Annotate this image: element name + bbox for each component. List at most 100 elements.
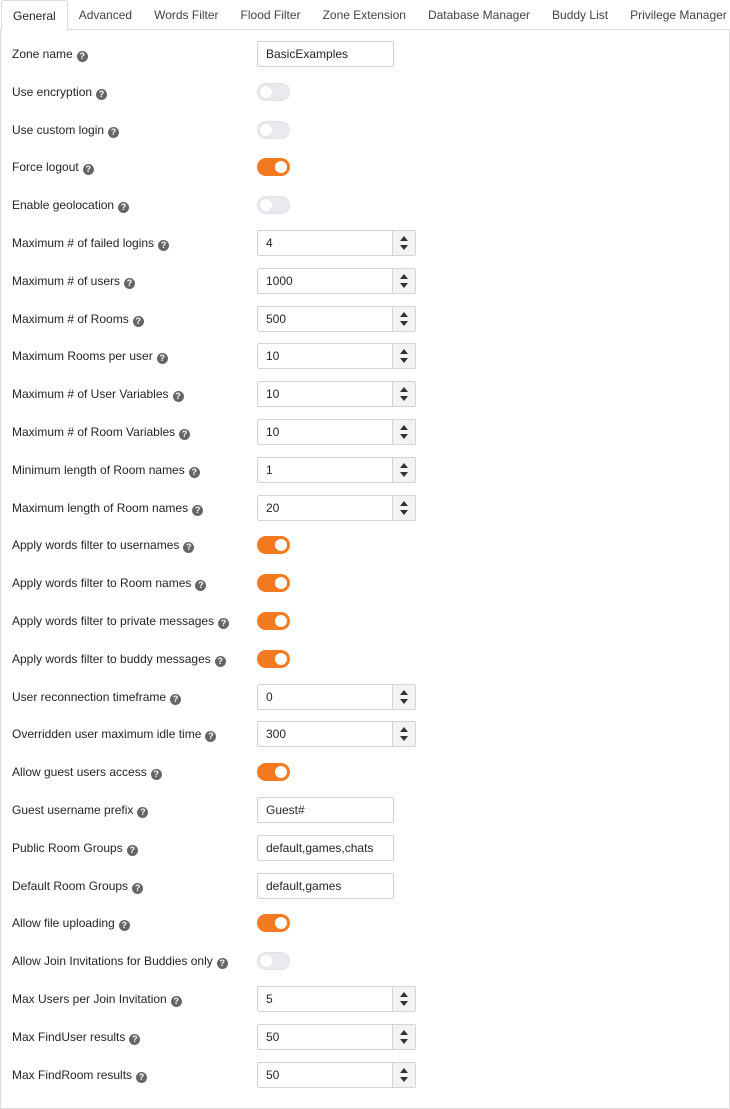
apply-words-filter-to-room-names-toggle[interactable] [257,574,290,593]
decrement-arrow-icon[interactable] [400,434,408,439]
force-logout-toggle[interactable] [257,158,290,177]
help-icon[interactable]: ? [129,1033,141,1045]
increment-arrow-icon[interactable] [400,311,408,317]
help-icon[interactable]: ? [205,731,217,743]
enable-geolocation-toggle[interactable] [257,196,290,215]
help-icon[interactable]: ? [216,958,228,970]
stepper-value[interactable]: 20 [266,496,279,520]
maximum-num-of-failed-logins-stepper[interactable]: 4 [257,230,416,256]
stepper-value[interactable]: 1000 [266,269,293,293]
help-icon[interactable]: ? [108,126,120,138]
help-icon[interactable]: ? [150,769,162,781]
tab-general[interactable]: General [1,0,68,31]
tab-words-filter[interactable]: Words Filter [143,0,229,30]
increment-arrow-icon[interactable] [400,273,408,279]
help-icon[interactable]: ? [124,277,136,289]
help-icon[interactable]: ? [170,693,182,705]
decrement-arrow-icon[interactable] [400,1038,408,1044]
decrement-arrow-icon[interactable] [400,320,408,326]
decrement-arrow-icon[interactable] [400,698,408,704]
max-findroom-results-stepper[interactable]: 50 [257,1061,416,1088]
maximum-rooms-per-user-stepper[interactable]: 10 [257,343,416,370]
stepper-value[interactable]: 10 [266,344,279,368]
help-icon[interactable]: ? [179,429,191,440]
increment-arrow-icon[interactable] [400,425,408,430]
help-icon[interactable]: ? [218,618,230,629]
tab-database-manager[interactable]: Database Manager [417,0,541,30]
zone-name-input[interactable]: BasicExamples [257,41,394,67]
tab-buddy-list[interactable]: Buddy List [541,0,619,30]
increment-arrow-icon[interactable] [400,462,408,468]
help-icon[interactable]: ? [156,353,168,365]
decrement-arrow-icon[interactable] [400,396,408,402]
stepper-value[interactable]: 10 [266,382,279,406]
help-icon[interactable]: ? [137,807,149,818]
help-icon[interactable]: ? [118,920,130,932]
public-room-groups-input[interactable]: default,games,chats [257,834,394,861]
help-icon[interactable]: ? [132,315,144,327]
help-icon[interactable]: ? [214,655,226,667]
apply-words-filter-to-buddy-messages-toggle[interactable] [257,649,290,668]
decrement-arrow-icon[interactable] [400,358,408,364]
apply-words-filter-to-private-messages-toggle[interactable] [257,612,290,630]
help-icon[interactable]: ? [172,391,184,403]
stepper-value[interactable]: 10 [266,420,279,444]
stepper-value[interactable]: 0 [266,685,273,709]
tab-privilege-manager[interactable]: Privilege Manager [619,0,730,30]
guest-username-prefix-input[interactable]: Guest# [257,797,394,823]
tab-flood-filter[interactable]: Flood Filter [230,0,312,30]
increment-arrow-icon[interactable] [400,689,408,695]
overridden-user-maximum-idle-time-stepper[interactable]: 300 [257,721,416,748]
stepper-value[interactable]: 4 [266,231,273,255]
maximum-length-of-room-names-stepper[interactable]: 20 [257,494,416,521]
decrement-arrow-icon[interactable] [400,1001,408,1006]
apply-words-filter-to-usernames-toggle[interactable] [257,536,290,555]
decrement-arrow-icon[interactable] [400,509,408,515]
use-custom-login-toggle[interactable] [257,120,290,139]
increment-arrow-icon[interactable] [400,387,408,393]
default-room-groups-input[interactable]: default,games [257,872,394,899]
help-icon[interactable]: ? [96,88,108,100]
decrement-arrow-icon[interactable] [400,736,408,742]
minimum-length-of-room-names-stepper[interactable]: 1 [257,456,416,483]
stepper-value[interactable]: 300 [266,722,286,746]
max-users-per-join-invitation-stepper[interactable]: 5 [257,986,416,1012]
increment-arrow-icon[interactable] [400,236,408,241]
decrement-arrow-icon[interactable] [400,1076,408,1082]
help-icon[interactable]: ? [192,504,204,516]
increment-arrow-icon[interactable] [400,500,408,506]
stepper-value[interactable]: 1 [266,458,273,482]
help-icon[interactable]: ? [126,844,138,856]
help-icon[interactable]: ? [132,882,144,894]
maximum-num-of-users-stepper[interactable]: 1000 [257,267,416,294]
stepper-value[interactable]: 50 [266,1025,279,1049]
user-reconnection-timeframe-stepper[interactable]: 0 [257,683,416,710]
increment-arrow-icon[interactable] [400,349,408,355]
tab-zone-extension[interactable]: Zone Extension [312,0,417,30]
use-encryption-toggle[interactable] [257,82,290,101]
help-icon[interactable]: ? [76,51,88,62]
tab-advanced[interactable]: Advanced [68,0,143,30]
decrement-arrow-icon[interactable] [400,471,408,477]
decrement-arrow-icon[interactable] [400,282,408,288]
allow-join-invitations-for-buddies-only-toggle[interactable] [257,952,290,971]
stepper-value[interactable]: 500 [266,307,286,331]
max-finduser-results-stepper[interactable]: 50 [257,1023,416,1050]
increment-arrow-icon[interactable] [400,1029,408,1035]
help-icon[interactable]: ? [158,240,170,251]
help-icon[interactable]: ? [118,202,130,214]
maximum-num-of-user-variables-stepper[interactable]: 10 [257,381,416,408]
maximum-num-of-room-variables-stepper[interactable]: 10 [257,419,416,445]
stepper-value[interactable]: 50 [266,1063,279,1087]
increment-arrow-icon[interactable] [400,1067,408,1073]
allow-guest-users-access-toggle[interactable] [257,763,290,782]
help-icon[interactable]: ? [195,580,207,592]
increment-arrow-icon[interactable] [400,992,408,997]
help-icon[interactable]: ? [183,542,195,554]
allow-file-uploading-toggle[interactable] [257,914,290,933]
increment-arrow-icon[interactable] [400,727,408,733]
help-icon[interactable]: ? [188,466,200,478]
help-icon[interactable]: ? [170,996,182,1007]
help-icon[interactable]: ? [136,1071,148,1083]
stepper-value[interactable]: 5 [266,987,273,1011]
